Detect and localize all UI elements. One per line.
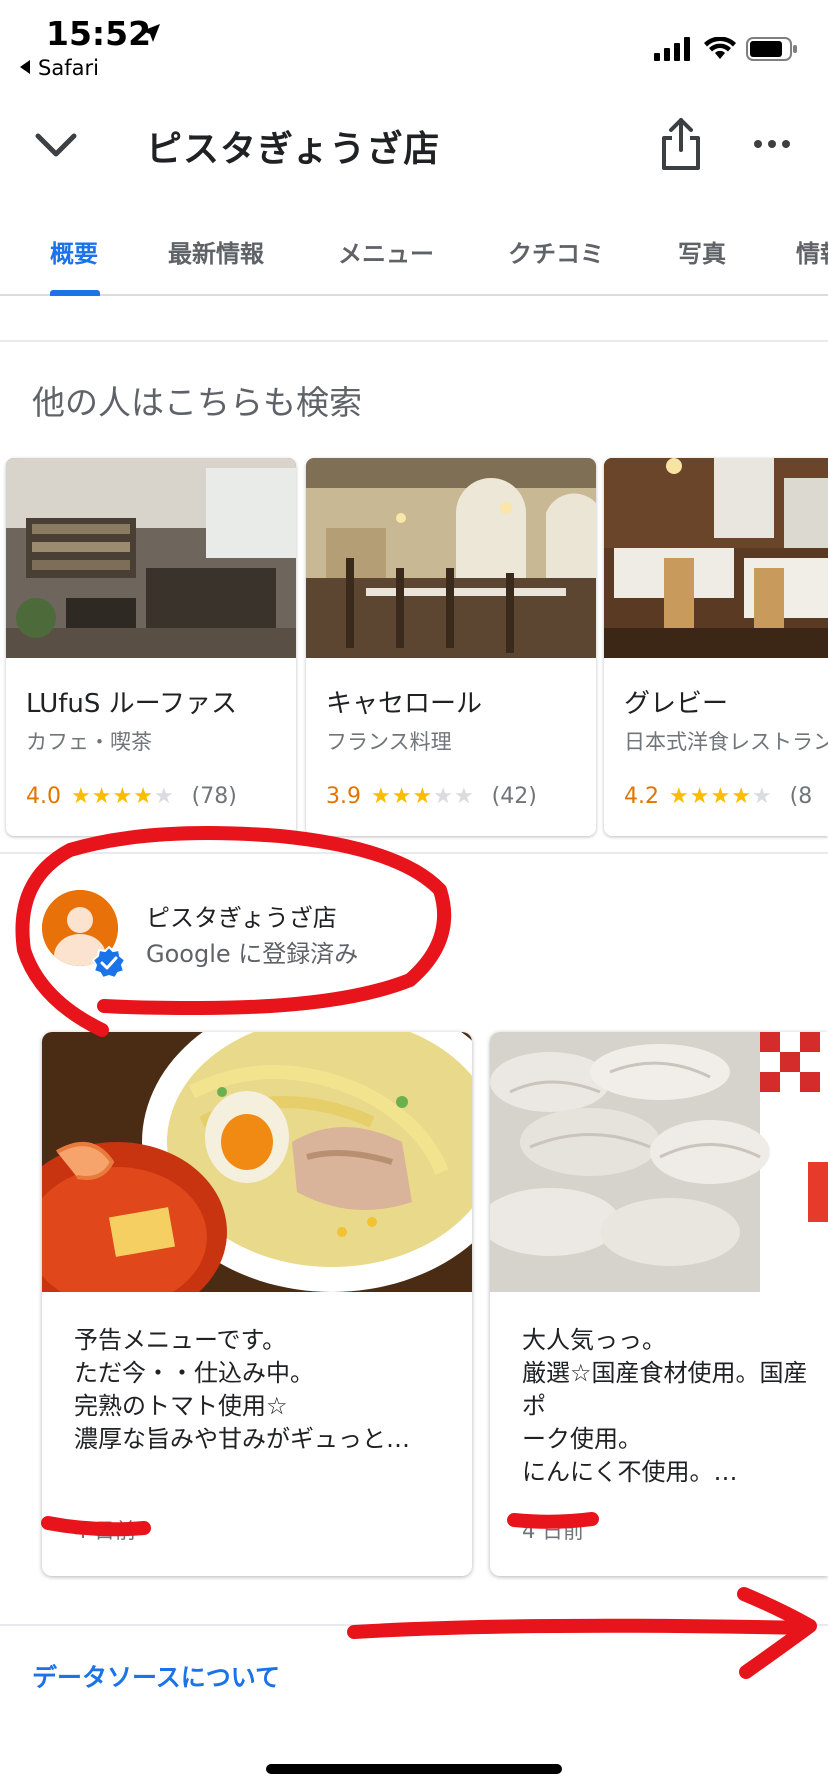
post-text: 予告メニューです。 ただ今・・仕込み中。 完熟のトマト使用☆ 濃厚な旨みや甘みが… (74, 1326, 410, 1453)
card-name: グレビー (624, 689, 729, 719)
location-arrow-icon (142, 24, 160, 42)
star-icon: ★ (669, 784, 689, 809)
review-count: (42) (491, 784, 537, 809)
more-icon[interactable] (748, 124, 796, 164)
review-count: (78) (191, 784, 237, 809)
star-icon: ★ (391, 784, 412, 809)
star-rating: ★ ★ ★ ★ ★ (371, 784, 474, 809)
annotation-arrowhead (737, 1587, 817, 1679)
status-bar: 15:52 Safari (0, 0, 828, 86)
back-app-label: Safari (38, 56, 99, 80)
star-icon: ★ (71, 784, 91, 809)
owner-verified-label: Google に登録済み (146, 940, 359, 968)
star-rating: ★ ★ ★ ★ ★ (669, 784, 772, 809)
star-icon: ★ (412, 784, 433, 809)
footer-divider (0, 1624, 828, 1626)
ramen-photo (42, 1032, 472, 1292)
star-icon: ★ (731, 784, 751, 809)
share-icon[interactable] (656, 116, 706, 172)
restaurant-interior-photo (306, 458, 596, 658)
review-count: (8 (789, 784, 813, 809)
annotation-arrow-line (347, 1618, 813, 1639)
tab-bar: 概要 最新情報 メニュー クチコミ 写真 情報 (0, 220, 828, 296)
data-source-link[interactable]: データソースについて (32, 1658, 280, 1694)
post-card[interactable]: 予告メニューです。 ただ今・・仕込み中。 完熟のトマト使用☆ 濃厚な旨みや甘みが… (42, 1032, 472, 1576)
chevron-down-icon[interactable] (30, 118, 82, 170)
cafe-interior-photo (6, 458, 296, 658)
section-divider (0, 852, 828, 854)
related-section-title: 他の人はこちらも検索 (32, 383, 362, 422)
star-icon: ★ (112, 784, 133, 809)
card-name: LUfuS ルーファス (26, 689, 238, 719)
rating-value: 4.0 (26, 784, 61, 809)
card-category: カフェ・喫茶 (26, 730, 152, 754)
related-card[interactable]: グレビー 日本式洋食レストラン 4.2 ★ ★ ★ ★ ★ (8 (604, 458, 828, 836)
star-icon: ★ (433, 784, 453, 809)
star-icon: ★ (689, 784, 710, 809)
related-card[interactable]: LUfuS ルーファス カフェ・喫茶 4.0 ★ ★ ★ ★ ★ (78) (6, 458, 296, 836)
tab-active-indicator (50, 290, 100, 296)
battery-icon (746, 37, 797, 61)
star-icon: ★ (133, 784, 153, 809)
card-rating: 4.0 ★ ★ ★ ★ ★ (78) (26, 784, 237, 809)
star-icon: ★ (453, 784, 474, 809)
card-rating: 4.2 ★ ★ ★ ★ ★ (8 (624, 784, 812, 809)
tab-updates[interactable]: 最新情報 (168, 234, 264, 269)
star-icon: ★ (710, 784, 731, 809)
card-name: キャセロール (326, 689, 483, 719)
tab-overview[interactable]: 概要 (50, 234, 98, 269)
status-time: 15:52 (46, 14, 152, 53)
divider-band (0, 298, 828, 342)
verified-badge-icon (92, 946, 126, 980)
related-card[interactable]: キャセロール フランス料理 3.9 ★ ★ ★ ★ ★ (42) (306, 458, 596, 836)
card-category: 日本式洋食レストラン (624, 730, 828, 754)
star-icon: ★ (91, 784, 112, 809)
tab-reviews[interactable]: クチコミ (508, 234, 604, 269)
restaurant-interior-photo (604, 458, 828, 658)
rating-value: 3.9 (326, 784, 361, 809)
gyoza-photo (490, 1032, 828, 1292)
card-rating: 3.9 ★ ★ ★ ★ ★ (42) (326, 784, 537, 809)
tab-info[interactable]: 情報 (796, 234, 828, 269)
home-indicator (266, 1764, 562, 1774)
back-to-app-link[interactable]: Safari (20, 56, 99, 80)
app-header: ピスタぎょうざ店 (0, 98, 828, 192)
star-rating: ★ ★ ★ ★ ★ (71, 784, 174, 809)
post-date: 4 日前 (522, 1519, 585, 1543)
wifi-icon (704, 37, 736, 59)
star-icon: ★ (751, 784, 772, 809)
card-category: フランス料理 (326, 730, 452, 754)
back-triangle-icon (20, 60, 30, 74)
page-title: ピスタぎょうざ店 (146, 129, 441, 170)
post-date: 4 日前 (74, 1519, 137, 1543)
star-icon: ★ (371, 784, 391, 809)
tab-menu[interactable]: メニュー (338, 234, 434, 269)
owner-name: ピスタぎょうざ店 (146, 904, 337, 932)
post-text: 大人気っっ。 厳選☆国産食材使用。国産ポ ーク使用。 にんにく不使用。… (522, 1326, 808, 1486)
tab-photos[interactable]: 写真 (678, 234, 726, 269)
status-icons (654, 36, 798, 62)
rating-value: 4.2 (624, 784, 659, 809)
post-card[interactable]: 大人気っっ。 厳選☆国産食材使用。国産ポ ーク使用。 にんにく不使用。… 4 日… (490, 1032, 828, 1576)
star-icon: ★ (153, 784, 174, 809)
signal-icon (654, 37, 690, 61)
